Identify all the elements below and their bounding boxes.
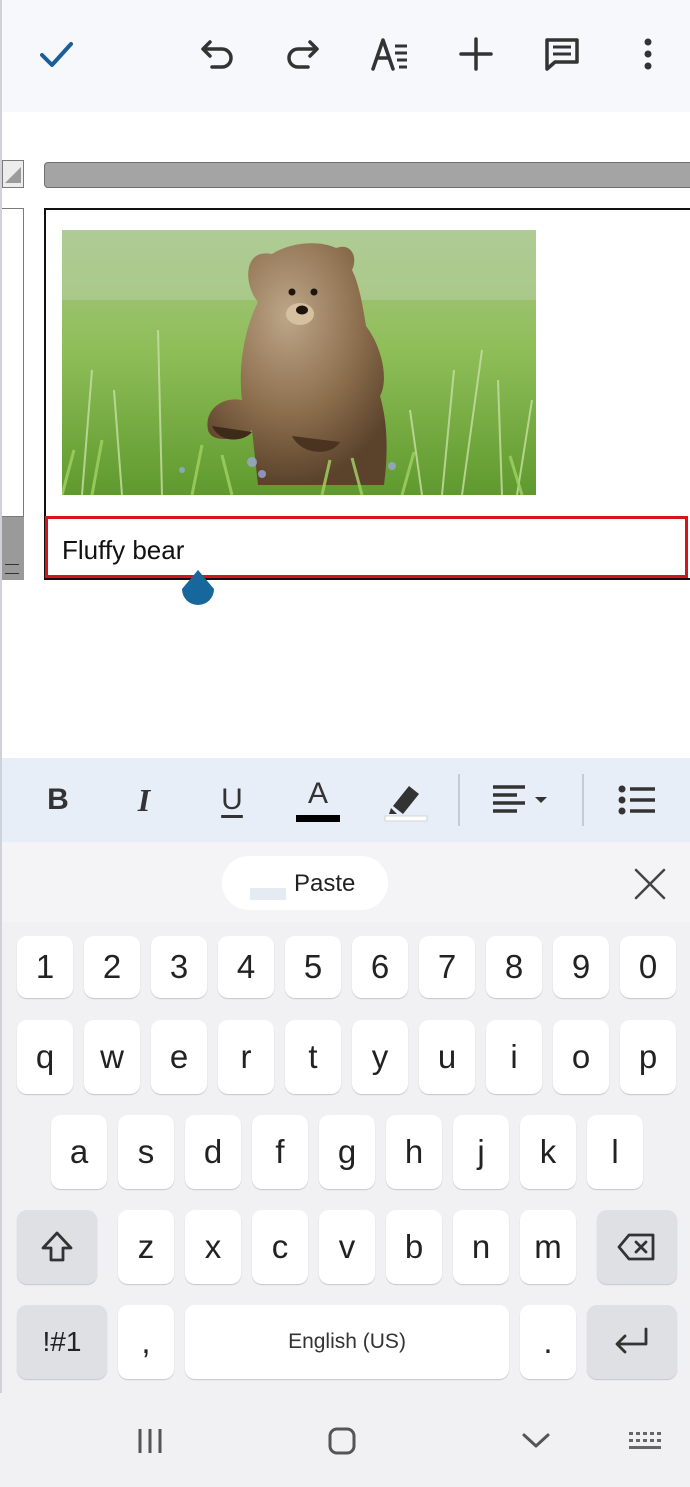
key-c[interactable]: c [252, 1210, 308, 1284]
key-n[interactable]: n [453, 1210, 509, 1284]
key-p[interactable]: p [620, 1020, 676, 1094]
bullet-list-icon [618, 785, 655, 815]
text-color-swatch [296, 814, 340, 822]
symbols-key[interactable]: !#1 [17, 1305, 107, 1379]
key-e[interactable]: e [151, 1020, 207, 1094]
close-icon[interactable] [626, 862, 674, 906]
keyboard-hide-icon[interactable] [616, 1421, 676, 1461]
key-2[interactable]: 2 [84, 936, 140, 998]
caption-text[interactable]: Fluffy bear [62, 535, 184, 566]
redo-icon[interactable] [276, 28, 328, 80]
more-vert-icon[interactable] [622, 28, 674, 80]
key-z[interactable]: z [118, 1210, 174, 1284]
separator [582, 774, 584, 826]
row-handle-icon[interactable] [5, 564, 19, 574]
plus-icon[interactable] [450, 28, 502, 80]
key-v[interactable]: v [319, 1210, 375, 1284]
text-format-icon[interactable] [364, 28, 416, 80]
italic-button[interactable]: I [122, 776, 166, 824]
backspace-key[interactable] [597, 1210, 677, 1284]
key-r[interactable]: r [218, 1020, 274, 1094]
align-left-icon [493, 785, 547, 813]
backspace-icon [617, 1233, 655, 1261]
key-b[interactable]: b [386, 1210, 442, 1284]
key-w[interactable]: w [84, 1020, 140, 1094]
key-u[interactable]: u [419, 1020, 475, 1094]
italic-label: I [137, 781, 151, 818]
check-icon[interactable] [30, 28, 82, 80]
key-a[interactable]: a [51, 1115, 107, 1189]
space-key[interactable]: English (US) [185, 1305, 509, 1379]
undo-icon[interactable] [192, 28, 244, 80]
text-cursor-handle[interactable] [180, 570, 216, 608]
comment-icon[interactable] [536, 28, 588, 80]
clipboard-thumbnail [250, 888, 286, 900]
underline-label: U [221, 783, 243, 816]
enter-icon [615, 1327, 648, 1354]
key-i[interactable]: i [486, 1020, 542, 1094]
key-t[interactable]: t [285, 1020, 341, 1094]
key-k[interactable]: k [520, 1115, 576, 1189]
key-h[interactable]: h [386, 1115, 442, 1189]
key-8[interactable]: 8 [486, 936, 542, 998]
key-y[interactable]: y [352, 1020, 408, 1094]
key-f[interactable]: f [252, 1115, 308, 1189]
horizontal-ruler[interactable] [44, 162, 690, 188]
key-4[interactable]: 4 [218, 936, 274, 998]
bold-label: B [47, 783, 69, 816]
highlight-icon [384, 786, 428, 822]
key-7[interactable]: 7 [419, 936, 475, 998]
system-navigation-bar [0, 1393, 690, 1487]
highlight-button[interactable] [382, 776, 430, 824]
key-o[interactable]: o [553, 1020, 609, 1094]
key-m[interactable]: m [520, 1210, 576, 1284]
suggestion-bar: Paste [2, 842, 690, 922]
format-toolbar: B I U A [0, 758, 690, 842]
home-icon[interactable] [312, 1421, 372, 1461]
key-5[interactable]: 5 [285, 936, 341, 998]
key-3[interactable]: 3 [151, 936, 207, 998]
key-9[interactable]: 9 [553, 936, 609, 998]
bear-photo[interactable] [62, 230, 536, 495]
underline-button[interactable]: U [208, 776, 256, 824]
key-g[interactable]: g [319, 1115, 375, 1189]
enter-key[interactable] [587, 1305, 677, 1379]
key-s[interactable]: s [118, 1115, 174, 1189]
shift-key[interactable] [17, 1210, 97, 1284]
text-color-label: A [307, 776, 328, 810]
key-6[interactable]: 6 [352, 936, 408, 998]
shift-icon [41, 1231, 73, 1262]
align-menu-button[interactable] [488, 776, 554, 824]
key-j[interactable]: j [453, 1115, 509, 1189]
key-1[interactable]: 1 [17, 936, 73, 998]
key-d[interactable]: d [185, 1115, 241, 1189]
period-key[interactable]: . [520, 1305, 576, 1379]
soft-keyboard: Paste 1 2 3 4 5 6 7 8 9 0 q w e r t y u … [0, 842, 690, 1487]
bullet-list-button[interactable] [614, 776, 660, 824]
space-key-label: English (US) [288, 1330, 406, 1353]
key-x[interactable]: x [185, 1210, 241, 1284]
ruler-corner [2, 160, 24, 188]
recent-apps-icon[interactable] [120, 1421, 180, 1461]
comma-key[interactable]: , [118, 1305, 174, 1379]
back-icon[interactable] [506, 1421, 566, 1461]
key-l[interactable]: l [587, 1115, 643, 1189]
paste-label: Paste [294, 870, 356, 897]
top-toolbar [0, 0, 690, 112]
document-canvas[interactable]: Fluffy bear [0, 112, 690, 758]
key-0[interactable]: 0 [620, 936, 676, 998]
text-color-button[interactable]: A [294, 776, 342, 824]
key-q[interactable]: q [17, 1020, 73, 1094]
symbols-key-label: !#1 [42, 1326, 82, 1357]
paste-chip[interactable]: Paste [222, 856, 388, 910]
caption-cell[interactable]: Fluffy bear [45, 516, 688, 578]
bold-button[interactable]: B [36, 776, 80, 824]
separator [458, 774, 460, 826]
